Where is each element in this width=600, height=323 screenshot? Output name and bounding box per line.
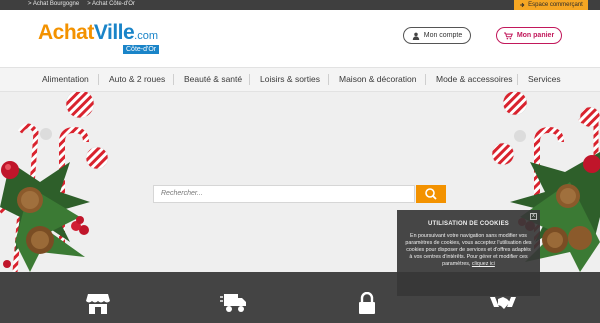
cookie-settings-link[interactable]: cliquez ici xyxy=(472,261,495,267)
lock-icon xyxy=(359,292,375,314)
user-icon xyxy=(412,32,419,40)
nav-item-loisirs[interactable]: Loisirs & sorties xyxy=(260,68,320,91)
account-label: Mon compte xyxy=(423,32,463,39)
header: AchatVille.com Côte-d'Or Mon compte Mon … xyxy=(0,10,600,67)
cookie-notice: x UTILISATION DE COOKIES En poursuivant … xyxy=(397,210,540,296)
nav-separator xyxy=(98,74,99,85)
top-bar: > Achat Bourgogne > Achat Côte-d'Or Espa… xyxy=(0,0,600,10)
site-logo[interactable]: AchatVille.com Côte-d'Or xyxy=(38,21,160,55)
nav-item-mode[interactable]: Mode & accessoires xyxy=(436,68,513,91)
link-achat-cote-dor[interactable]: > Achat Côte-d'Or xyxy=(87,1,135,7)
search-icon xyxy=(425,188,437,200)
nav-item-services[interactable]: Services xyxy=(528,68,561,91)
logo-part-com: .com xyxy=(134,30,159,42)
nav-separator xyxy=(517,74,518,85)
logo-part-ville: Ville xyxy=(93,21,135,44)
top-links: > Achat Bourgogne > Achat Côte-d'Or xyxy=(28,1,135,7)
close-icon[interactable]: x xyxy=(530,213,537,220)
nav-separator xyxy=(328,74,329,85)
nav-item-auto[interactable]: Auto & 2 roues xyxy=(109,68,165,91)
cart-button[interactable]: Mon panier xyxy=(496,27,562,44)
nav-item-beaute[interactable]: Beauté & santé xyxy=(184,68,242,91)
account-button[interactable]: Mon compte xyxy=(403,27,471,44)
nav-separator xyxy=(425,74,426,85)
cookie-title: UTILISATION DE COOKIES xyxy=(428,221,509,227)
logo-part-achat: Achat xyxy=(38,21,94,44)
search-button[interactable] xyxy=(416,185,446,203)
merchant-space-button[interactable]: Espace commerçant xyxy=(514,0,588,10)
nav-separator xyxy=(249,74,250,85)
nav-separator xyxy=(173,74,174,85)
cookie-text: En poursuivant votre navigation sans mod… xyxy=(405,233,532,268)
cart-icon xyxy=(503,32,513,39)
search-input[interactable]: Rechercher... xyxy=(153,185,415,203)
nav-item-maison[interactable]: Maison & décoration xyxy=(339,68,417,91)
main-navigation: Alimentation Auto & 2 roues Beauté & san… xyxy=(0,67,600,92)
delivery-truck-icon xyxy=(220,294,246,312)
cart-label: Mon panier xyxy=(516,32,555,39)
link-achat-bourgogne[interactable]: > Achat Bourgogne xyxy=(28,1,79,7)
arrow-icon xyxy=(520,2,525,8)
merchant-space-label: Espace commerçant xyxy=(528,2,583,8)
shop-icon xyxy=(86,294,110,314)
left-decoration xyxy=(0,92,109,272)
cookie-body: En poursuivant votre navigation sans mod… xyxy=(405,233,532,267)
nav-item-alimentation[interactable]: Alimentation xyxy=(42,68,89,91)
region-badge: Côte-d'Or xyxy=(123,45,160,54)
